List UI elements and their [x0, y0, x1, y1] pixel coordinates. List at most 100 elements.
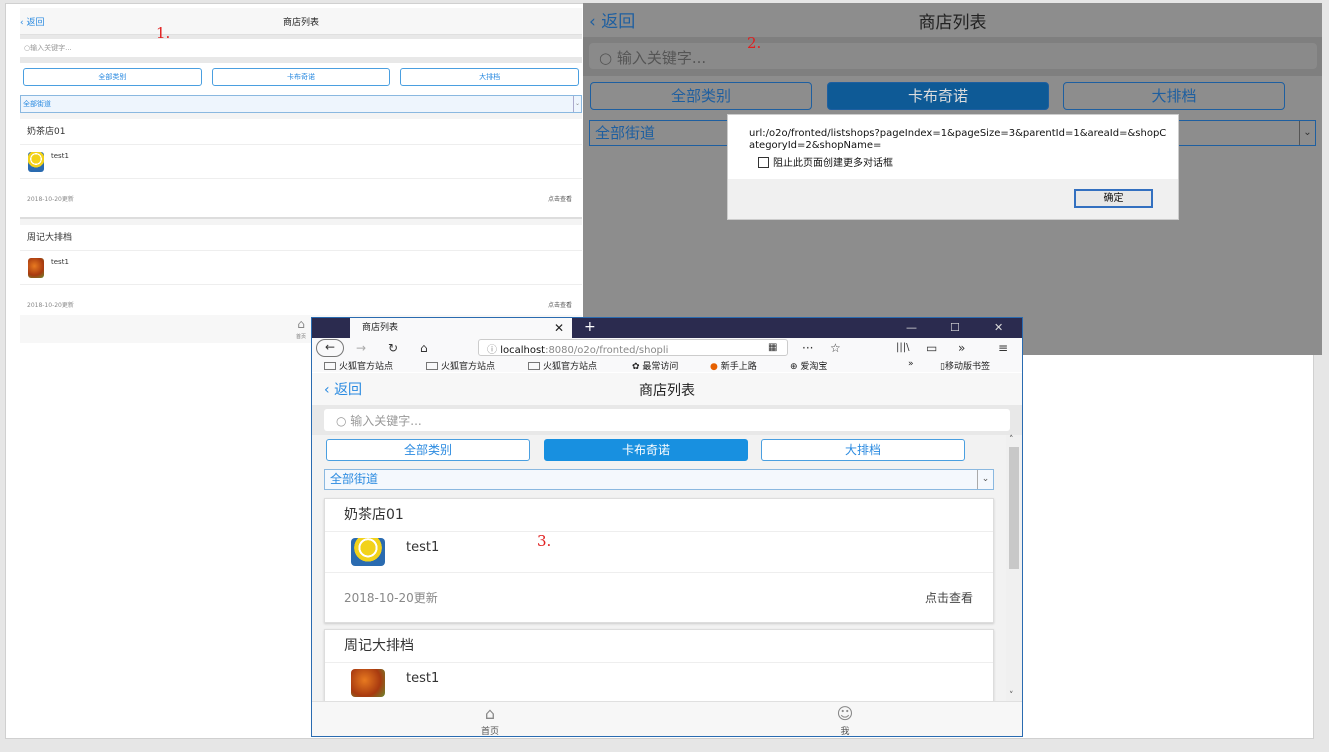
- search-placeholder: 输入关键字...: [350, 414, 422, 428]
- scroll-down-icon[interactable]: ˅: [1009, 691, 1014, 701]
- library-icon[interactable]: |||\: [896, 340, 909, 356]
- search-input[interactable]: ○ 输入关键字...: [324, 409, 1010, 431]
- nav-toolbar: ← → ↻ ⌂ ⓘ localhost:8080/o2o/fronted/sho…: [312, 338, 1022, 358]
- bookmark-item[interactable]: 火狐官方站点: [426, 359, 495, 372]
- tab-strip: 商店列表 ✕ + — ☐ ✕: [312, 318, 1022, 338]
- qr-icon[interactable]: ▦: [768, 340, 777, 356]
- category-cappuccino[interactable]: 卡布奇诺: [544, 439, 748, 461]
- home-icon[interactable]: ⌂: [420, 340, 428, 356]
- screenshot-1: ‹ 返回 商店列表 ○输入关键字... 全部类别 卡布奇诺 大排档 全部街道 ⌄ …: [20, 8, 582, 343]
- url-path: :8080/o2o/fronted/shopli: [545, 345, 669, 356]
- bookmark-item[interactable]: ✿ 最常访问: [632, 359, 678, 372]
- browser-tab[interactable]: 商店列表 ✕: [350, 318, 572, 338]
- shop-name: 奶茶店01: [325, 499, 993, 532]
- overflow-icon[interactable]: »: [958, 340, 965, 356]
- street-select[interactable]: 全部街道 ⌄: [324, 469, 994, 490]
- view-link[interactable]: 点击查看: [548, 194, 572, 203]
- footer-home[interactable]: ⌂ 首页: [460, 704, 520, 736]
- search-icon: ○: [336, 414, 351, 428]
- category-dapaidang[interactable]: 大排档: [761, 439, 965, 461]
- category-cappuccino[interactable]: 卡布奇诺: [211, 68, 391, 86]
- annotation-1: 1.: [156, 24, 171, 42]
- shop-desc: test1: [51, 258, 69, 266]
- category-bar: 全部类别 卡布奇诺 大排档: [590, 82, 1290, 110]
- close-tab-icon[interactable]: ✕: [554, 318, 564, 338]
- search-input[interactable]: ○ 输入关键字...: [589, 43, 1317, 69]
- category-all[interactable]: 全部类别: [326, 439, 530, 461]
- shop-card: 奶茶店01 test1 2018-10-20更新 点击查看: [324, 498, 994, 623]
- bookmark-item[interactable]: 火狐官方站点: [528, 359, 597, 372]
- gear-icon: ✿: [632, 362, 643, 372]
- annotation-3: 3.: [537, 532, 552, 550]
- url-host: localhost: [500, 345, 546, 356]
- category-all[interactable]: 全部类别: [590, 82, 812, 110]
- alert-dialog: url:/o2o/fronted/listshops?pageIndex=1&p…: [727, 114, 1179, 220]
- shop-card: 周记大排档 test1: [324, 629, 994, 701]
- shop-image: [351, 538, 385, 566]
- new-tab-icon[interactable]: +: [584, 318, 596, 336]
- scrollbar[interactable]: ˄ ˅: [1006, 435, 1022, 701]
- maximize-icon[interactable]: ☐: [950, 318, 960, 338]
- street-value: 全部街道: [595, 124, 656, 142]
- chevron-down-icon: ⌄: [1299, 121, 1315, 145]
- search-placeholder: 输入关键字...: [616, 49, 707, 67]
- header: ‹ 返回 商店列表: [20, 8, 582, 35]
- url-bar[interactable]: ⓘ localhost:8080/o2o/fronted/shopli: [478, 339, 788, 356]
- search-icon: ○: [599, 49, 617, 67]
- shop-image: [28, 258, 44, 278]
- overflow-icon[interactable]: »: [908, 359, 914, 369]
- chevron-down-icon: ⌄: [573, 96, 581, 112]
- checkbox-label: 阻止此页面创建更多对话框: [773, 158, 893, 169]
- mobile-bookmarks[interactable]: ▯移动版书签: [940, 359, 990, 372]
- home-icon: ⌂: [484, 704, 496, 723]
- sidebar-icon[interactable]: ▭: [926, 340, 937, 356]
- shop-desc: test1: [406, 671, 440, 686]
- page-title: 商店列表: [918, 13, 987, 33]
- category-cappuccino[interactable]: 卡布奇诺: [827, 82, 1049, 110]
- shop-name: 周记大排档: [20, 225, 582, 251]
- shop-name: 周记大排档: [325, 630, 993, 663]
- back-arrow-icon[interactable]: ←: [316, 339, 344, 357]
- shop-image: [28, 152, 44, 172]
- view-link[interactable]: 点击查看: [925, 589, 973, 606]
- close-window-icon[interactable]: ✕: [994, 318, 1003, 338]
- street-select[interactable]: 全部街道 ⌄: [20, 95, 582, 113]
- category-all[interactable]: 全部类别: [23, 68, 202, 86]
- ok-button[interactable]: 确定: [1074, 189, 1153, 208]
- street-value: 全部街道: [330, 472, 379, 486]
- search-placeholder: 输入关键字...: [30, 44, 72, 52]
- shop-list: 全部类别 卡布奇诺 大排档 全部街道 ⌄ 奶茶店01 test1 2018-10-…: [312, 435, 1006, 701]
- tab-title: 商店列表: [362, 323, 399, 333]
- shop-image: [351, 669, 385, 697]
- reload-icon[interactable]: ↻: [388, 340, 398, 356]
- footer-me[interactable]: ☺ 我: [815, 704, 875, 736]
- footer-nav: ⌂ 首页 ☺ 我: [312, 701, 1022, 736]
- star-icon[interactable]: ☆: [830, 340, 841, 356]
- view-link[interactable]: 点击查看: [548, 300, 572, 309]
- scrollbar-thumb[interactable]: [1009, 447, 1019, 569]
- category-dapaidang[interactable]: 大排档: [400, 68, 580, 86]
- shop-name: 奶茶店01: [20, 119, 582, 145]
- chevron-down-icon: ⌄: [977, 470, 993, 489]
- minimize-icon[interactable]: —: [906, 318, 917, 338]
- info-icon: ⓘ: [487, 345, 501, 356]
- bookmark-item[interactable]: ● 新手上路: [710, 359, 757, 372]
- search-input[interactable]: ○输入关键字...: [20, 39, 582, 57]
- browser-window: 商店列表 ✕ + — ☐ ✕ ← → ↻ ⌂ ⓘ localhost:8080/o…: [311, 317, 1023, 737]
- page-title: 商店列表: [282, 18, 319, 28]
- user-icon: ☺: [836, 704, 854, 723]
- shop-card: 周记大排档 test1 2018-10-20更新 点击查看: [20, 225, 582, 325]
- more-icon[interactable]: ···: [802, 340, 813, 356]
- category-bar: 全部类别 卡布奇诺 大排档: [20, 63, 582, 95]
- shop-date: 2018-10-20更新: [27, 196, 74, 203]
- header: ‹ 返回 商店列表: [312, 373, 1022, 405]
- bookmark-item[interactable]: 火狐官方站点: [324, 359, 393, 372]
- block-dialogs-checkbox[interactable]: 阻止此页面创建更多对话框: [758, 154, 893, 169]
- shop-desc: test1: [406, 540, 440, 555]
- scroll-up-icon[interactable]: ˄: [1009, 435, 1014, 445]
- category-dapaidang[interactable]: 大排档: [1063, 82, 1285, 110]
- forward-arrow-icon[interactable]: →: [356, 340, 366, 356]
- bookmark-item[interactable]: ⊕ 爱淘宝: [790, 359, 827, 372]
- checkbox-box: [758, 157, 769, 168]
- menu-icon[interactable]: ≡: [998, 340, 1008, 356]
